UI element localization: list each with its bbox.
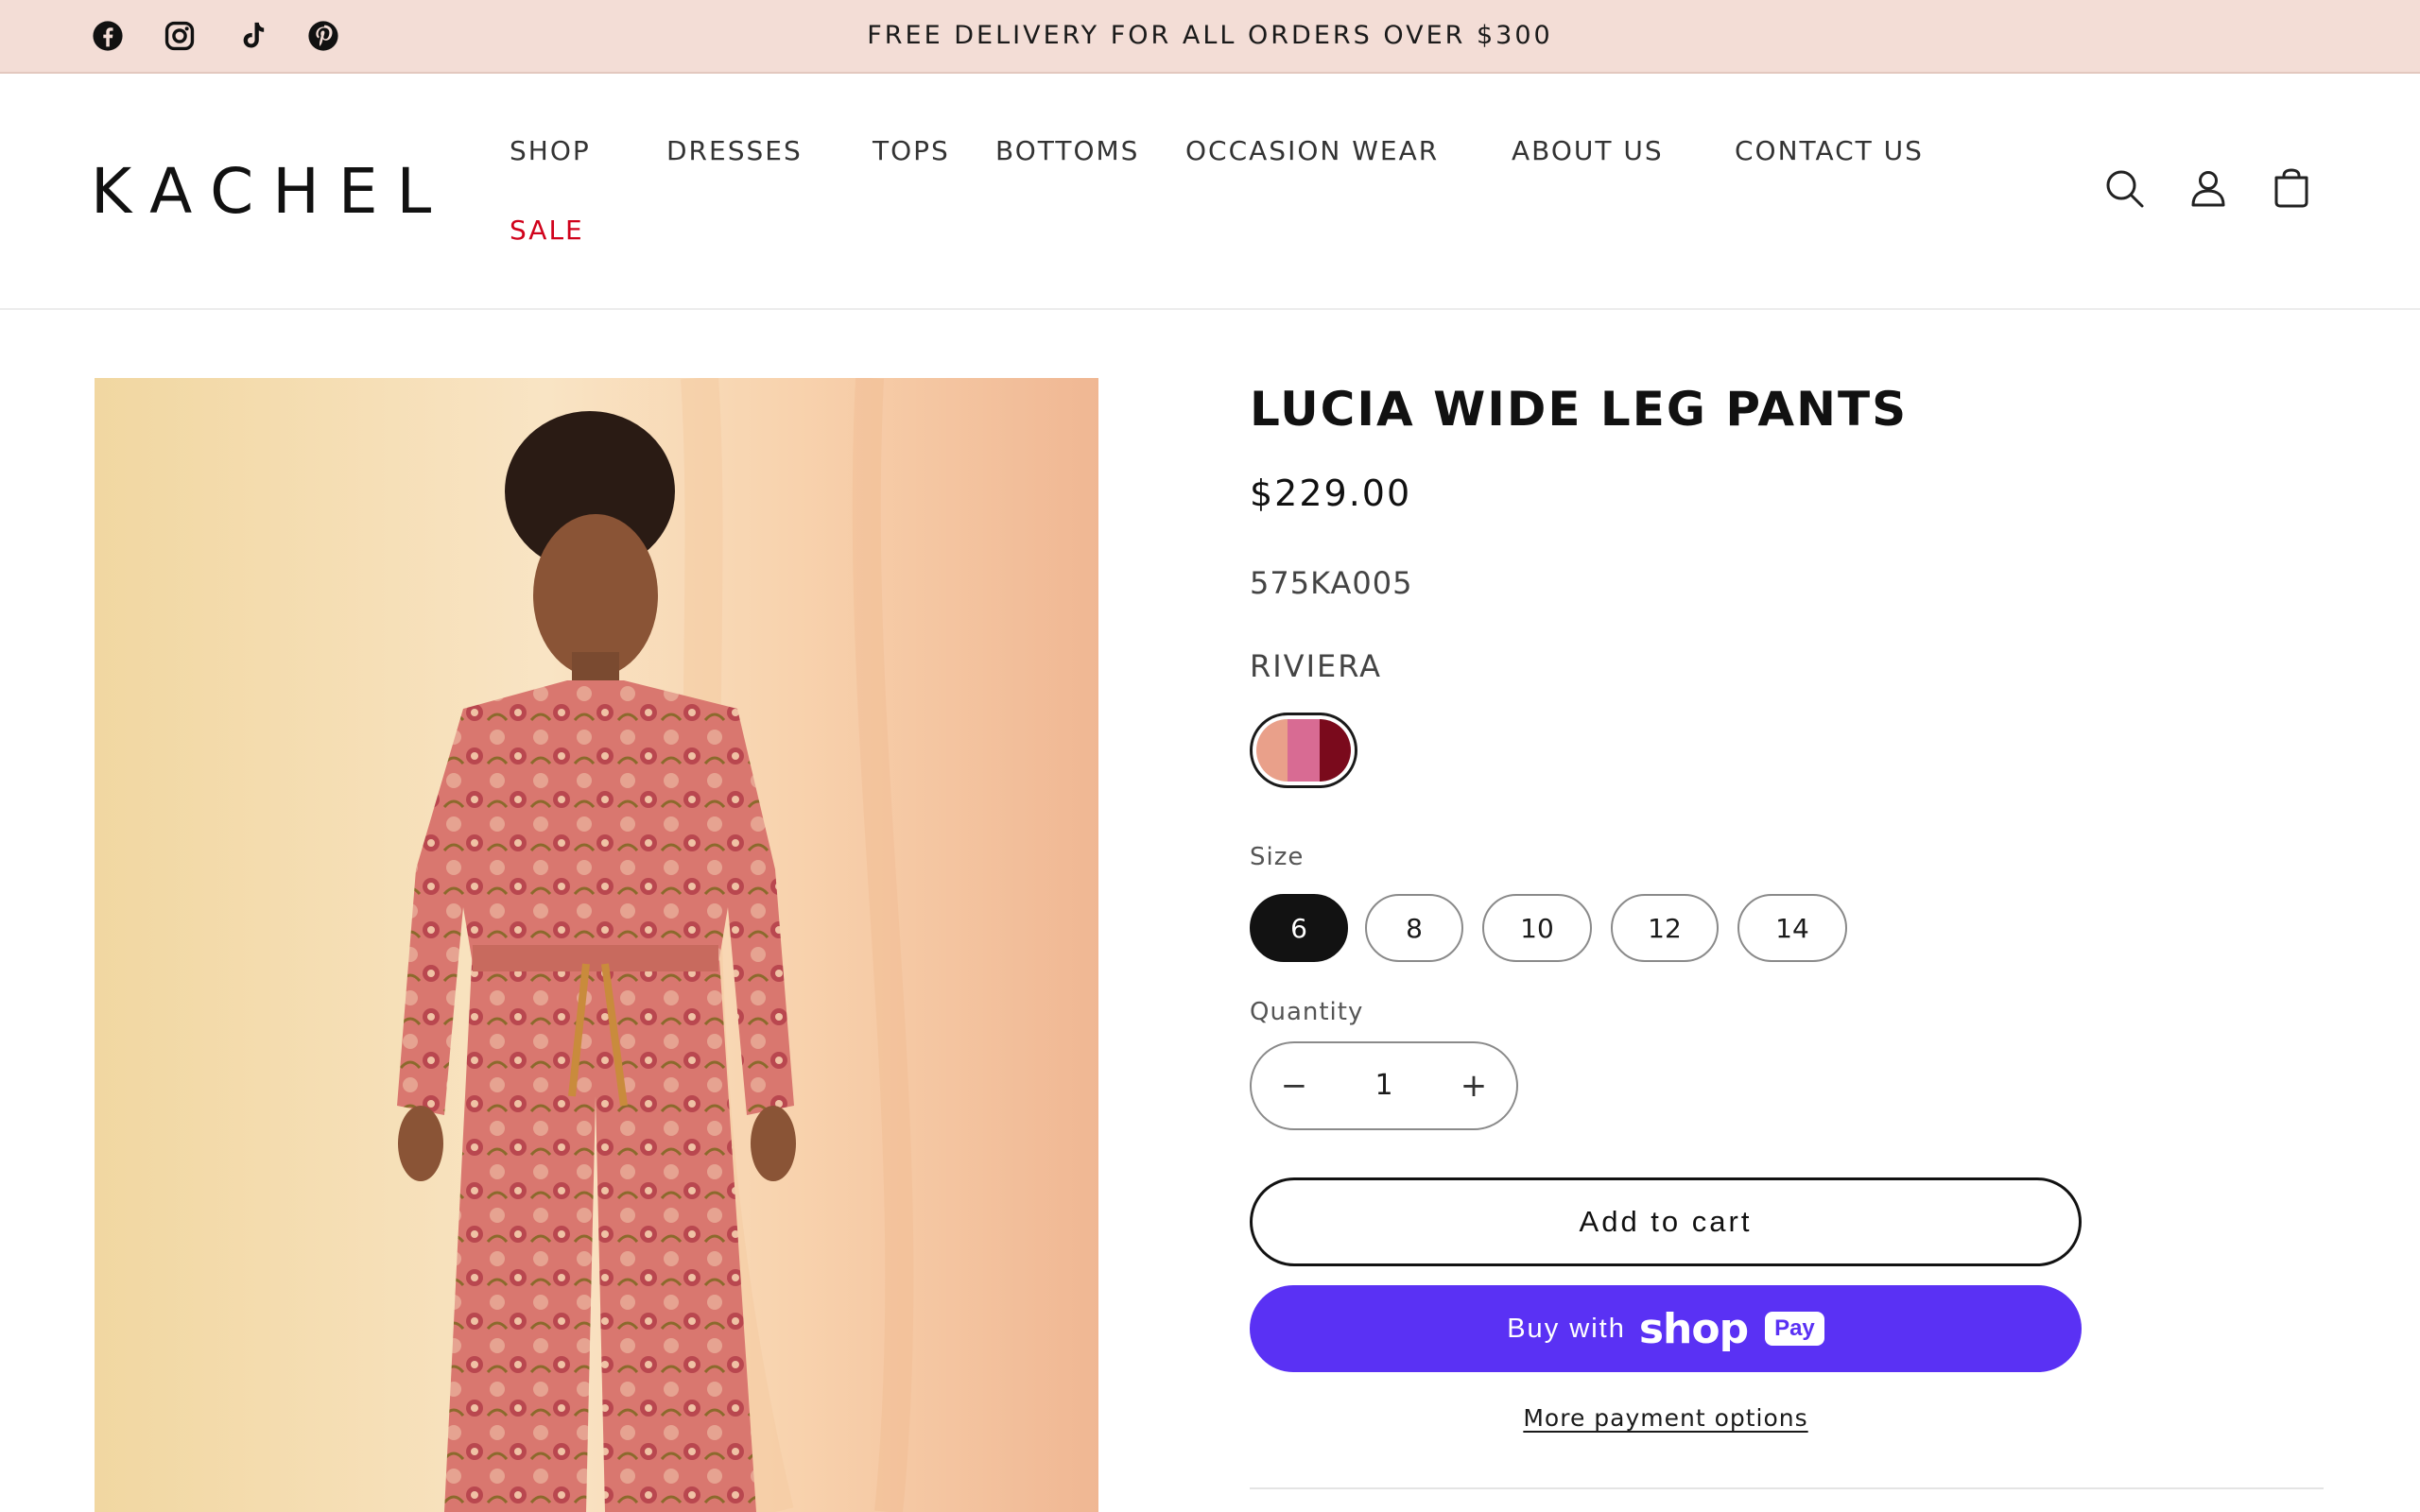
color-swatch-riviera[interactable] — [1250, 713, 1357, 788]
model-photo — [95, 378, 1098, 1512]
quantity-label: Quantity — [1250, 998, 1364, 1026]
add-to-cart-button[interactable]: Add to cart — [1250, 1177, 2082, 1266]
announcement-bar: FREE DELIVERY FOR ALL ORDERS OVER $300 — [0, 0, 2420, 74]
quantity-increase-button[interactable]: + — [1431, 1043, 1516, 1128]
divider — [1250, 1487, 2324, 1489]
search-icon[interactable] — [2100, 164, 2150, 214]
quantity-stepper: − 1 + — [1250, 1041, 1518, 1130]
pay-badge: Pay — [1765, 1312, 1824, 1346]
product-image[interactable] — [95, 378, 1098, 1512]
nav-bottoms[interactable]: BOTTOMS — [995, 138, 1139, 164]
quantity-decrease-button[interactable]: − — [1252, 1043, 1337, 1128]
swatch-colors — [1256, 719, 1351, 782]
size-label: Size — [1250, 843, 1305, 871]
shop-pay-logo: shop — [1638, 1304, 1749, 1353]
logo[interactable]: KACHEL — [91, 161, 450, 223]
nav-tops[interactable]: TOPS — [873, 138, 950, 164]
swatch-stripe — [1319, 719, 1351, 782]
quantity-input[interactable]: 1 — [1337, 1043, 1431, 1128]
account-icon[interactable] — [2184, 164, 2233, 214]
size-option-14[interactable]: 14 — [1737, 894, 1847, 962]
size-option-10[interactable]: 10 — [1482, 894, 1592, 962]
nav-shop[interactable]: SHOP — [510, 138, 591, 164]
size-option-8[interactable]: 8 — [1365, 894, 1463, 962]
nav-sale[interactable]: SALE — [510, 217, 584, 244]
more-payment-options: More payment options — [1250, 1404, 2082, 1432]
nav-contact-us[interactable]: CONTACT US — [1735, 138, 1924, 164]
size-option-6[interactable]: 6 — [1250, 894, 1348, 962]
buy-with-label: Buy with — [1507, 1313, 1626, 1344]
size-option-12[interactable]: 12 — [1611, 894, 1719, 962]
swatch-stripe — [1288, 719, 1320, 782]
product-price: $229.00 — [1250, 472, 1412, 514]
shop-pay-button[interactable]: Buy with shop Pay — [1250, 1285, 2082, 1372]
nav-occasion-wear[interactable]: OCCASION WEAR — [1185, 138, 1439, 164]
product-title: LUCIA WIDE LEG PANTS — [1250, 382, 1909, 437]
product-sku: 575KA005 — [1250, 565, 1413, 601]
site-header: KACHEL SHOP DRESSES TOPS BOTTOMS OCCASIO… — [0, 74, 2420, 310]
more-payment-options-link[interactable]: More payment options — [1523, 1404, 1807, 1432]
nav-about-us[interactable]: ABOUT US — [1512, 138, 1664, 164]
nav-dresses[interactable]: DRESSES — [666, 138, 803, 164]
color-name: RIVIERA — [1250, 648, 1383, 684]
swatch-stripe — [1256, 719, 1288, 782]
announcement-text: FREE DELIVERY FOR ALL ORDERS OVER $300 — [867, 21, 1553, 50]
cart-icon[interactable] — [2267, 164, 2316, 214]
